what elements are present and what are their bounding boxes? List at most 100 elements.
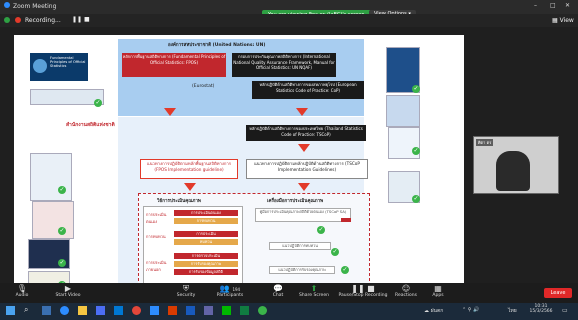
- row-label: การประเมิน ตนเอง: [146, 212, 167, 224]
- start-video-button[interactable]: ▶ Start Video: [50, 284, 86, 298]
- chat-button[interactable]: 💬 Chat: [260, 284, 296, 298]
- chrome-icon[interactable]: [132, 306, 141, 315]
- tscop-box: หลักปฏิบัติด้านสถิติทางการของประเทศไทย (…: [246, 125, 366, 141]
- meeting-toolbar: 🎙 Audio ▶ Start Video ⛨ Security 👥 194 P…: [0, 283, 578, 303]
- minimize-icon[interactable]: –: [534, 2, 537, 9]
- reactions-button[interactable]: ☺ Reactions: [388, 284, 424, 298]
- method-item: การรับรองคุณภาพ: [174, 261, 238, 267]
- left-column-title: วิธีการประเมินคุณภาพ: [157, 199, 201, 204]
- tray-icons[interactable]: ⌃ ⚲ 🔊: [462, 307, 479, 313]
- window-title: Zoom Meeting: [13, 3, 57, 10]
- word-icon[interactable]: [186, 306, 195, 315]
- leave-button[interactable]: Leave: [544, 288, 572, 298]
- check-icon: ✓: [412, 85, 420, 93]
- guideline-tscop-box: แนวทางการปฏิบัติตามหลักปฏิบัติด้านสถิติท…: [246, 159, 368, 179]
- arrow-down-icon: [296, 108, 308, 116]
- apps-icon: ▦: [434, 284, 442, 293]
- ngqaf-box: กรอบการประกันคุณภาพสถิติทางการ (Internat…: [232, 53, 336, 77]
- start-video-label: Start Video: [55, 293, 81, 298]
- pause-stop-recording-button[interactable]: ❚❚ ■ Pause/Stop Recording: [334, 284, 392, 298]
- shield-icon: ⛨: [183, 284, 189, 293]
- assessment-table: วิธีการประเมินคุณภาพ เครื่องมือการประเมิ…: [138, 193, 370, 291]
- reactions-label: Reactions: [395, 293, 417, 298]
- audio-button[interactable]: 🎙 Audio: [4, 284, 40, 298]
- windows-start-icon[interactable]: [6, 306, 15, 315]
- powerpoint-icon[interactable]: [168, 306, 177, 315]
- row-label: การทบทวน: [146, 234, 166, 239]
- recording-bar: Recording... ❚❚ ■ ▦ View: [0, 14, 578, 27]
- check-icon: ✓: [341, 266, 349, 274]
- notifications-icon[interactable]: ▭: [562, 307, 568, 314]
- tool-item: แนวปฏิบัติการรับรองคุณภาพ: [269, 266, 335, 274]
- edge-icon[interactable]: [60, 306, 69, 315]
- mic-icon: 🎙: [16, 284, 28, 293]
- apps-button[interactable]: ▦ Apps: [420, 284, 456, 298]
- reactions-icon: ☺: [401, 284, 411, 293]
- app-icon[interactable]: [258, 306, 267, 315]
- participant-avatar: [496, 151, 530, 191]
- pause-icon: ❚❚ ■: [351, 284, 375, 293]
- store-icon[interactable]: [114, 306, 123, 315]
- weather-widget[interactable]: ☁ ฝนตก: [424, 307, 443, 315]
- un-region: [118, 39, 364, 116]
- recording-icon: [15, 17, 21, 23]
- eurostat-label: (Eurostat): [192, 84, 215, 89]
- check-icon: ✓: [58, 259, 66, 267]
- stop-recording-icon[interactable]: ■: [84, 16, 90, 23]
- clock[interactable]: 10:31 15/3/2566: [528, 304, 554, 314]
- nso-label: สำนักงานสถิติแห่งชาติ: [66, 122, 115, 128]
- shield-status-icon: [4, 17, 10, 23]
- file-explorer-icon[interactable]: [78, 306, 87, 315]
- check-icon: ✓: [58, 186, 66, 194]
- participants-label: Participants: [216, 293, 244, 298]
- mail-icon[interactable]: [96, 306, 105, 315]
- share-screen-label: Share Screen: [299, 293, 329, 298]
- search-icon[interactable]: ⌕: [24, 305, 28, 315]
- tools-column: คู่มือการประเมินคุณภาพสถิติด้วยตนเอง (TS…: [249, 206, 361, 286]
- participants-button[interactable]: 👥 194 Participants: [212, 284, 248, 298]
- share-screen-button[interactable]: ⬆ Share Screen: [296, 284, 332, 298]
- share-icon: ⬆: [310, 284, 318, 293]
- view-menu[interactable]: ▦ View: [552, 17, 574, 24]
- right-column-title: เครื่องมือการประเมินคุณภาพ: [267, 199, 324, 204]
- security-button[interactable]: ⛨ Security: [168, 284, 204, 298]
- pause-recording-icon[interactable]: ❚❚: [72, 16, 82, 23]
- check-icon: ✓: [317, 226, 325, 234]
- method-item: การทบทวน: [174, 218, 238, 224]
- fpos-box: หลักการพื้นฐานสถิติทางการ (Fundamental P…: [122, 53, 226, 77]
- un-emblem-icon: [33, 59, 47, 73]
- teams-icon[interactable]: [204, 306, 213, 315]
- view-menu-label: View: [559, 17, 574, 24]
- fund-principles-text: Fundamental Principles of Official Stati…: [50, 56, 86, 68]
- guideline-fpos-box: แนวทางการปฏิบัติตามหลักพื้นฐานสถิติทางกา…: [140, 159, 238, 179]
- tool-item: คู่มือการประเมินคุณภาพสถิติด้วยตนเอง (TS…: [255, 208, 351, 222]
- tscop-doc-thumbnail: [32, 201, 74, 239]
- zoom-logo-icon: [4, 2, 10, 8]
- un-logo-banner: Fundamental Principles of Official Stati…: [30, 53, 88, 81]
- clock-date: 15/3/2566: [529, 309, 553, 314]
- apps-label: Apps: [432, 293, 444, 298]
- weather-text: ฝนตก: [430, 308, 444, 314]
- methods-column: การประเมิน ตนเอง การประเมินตนเอง การทบทว…: [143, 206, 243, 288]
- windows-taskbar: ⌕ ☁ ฝนตก ⌃ ⚲ 🔊 ไทย 10:31 15/3/2566 ▭: [0, 303, 578, 320]
- guideline-doc-thumbnail: [30, 153, 72, 201]
- method-item: การตรวจประเมิน: [174, 253, 238, 259]
- maximize-icon[interactable]: □: [550, 2, 556, 9]
- language-indicator[interactable]: ไทย: [508, 307, 517, 315]
- video-icon: ▶: [64, 284, 72, 293]
- excel-icon[interactable]: [240, 306, 249, 315]
- audio-label: Audio: [15, 293, 29, 298]
- chat-label: Chat: [272, 293, 284, 298]
- shared-screen-slide: องค์การสหประชาชาติ (United Nations: UN) …: [14, 35, 464, 291]
- check-icon: ✓: [58, 227, 66, 235]
- line-icon[interactable]: [222, 306, 231, 315]
- participant-name: ศิตา ตร: [476, 139, 494, 146]
- task-view-icon[interactable]: [42, 306, 51, 315]
- row-label: การประเมิน ภายนอก: [146, 260, 167, 272]
- close-icon[interactable]: ✕: [565, 2, 570, 9]
- participant-video-tile[interactable]: ศิตา ตร: [473, 136, 559, 194]
- method-item: การประเมิน: [174, 231, 238, 237]
- people-icon: 👥 194: [219, 284, 241, 293]
- chat-icon: 💬: [273, 284, 283, 293]
- zoom-icon[interactable]: [150, 306, 159, 315]
